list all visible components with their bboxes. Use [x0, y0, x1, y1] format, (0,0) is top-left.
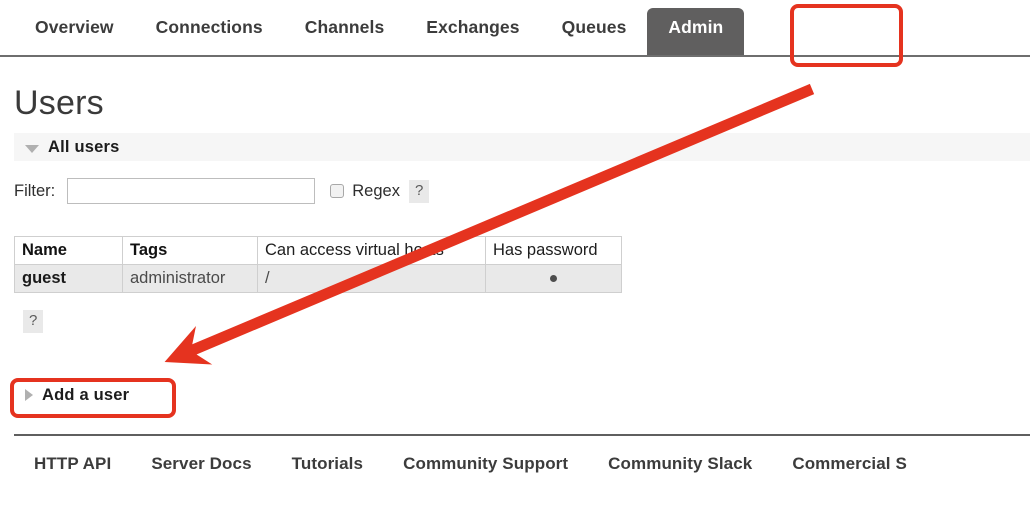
table-row[interactable]: guest administrator / — [14, 264, 622, 293]
filter-row: Filter: Regex ? — [14, 178, 430, 204]
cell-user-virtual-hosts: / — [257, 264, 486, 293]
footer-link-community-support[interactable]: Community Support — [383, 446, 588, 482]
section-header-add-a-user-label: Add a user — [42, 385, 130, 404]
tab-channels[interactable]: Channels — [284, 8, 406, 47]
section-header-all-users[interactable]: All users — [14, 133, 1030, 161]
regex-checkbox[interactable] — [330, 184, 345, 198]
triangle-right-icon — [25, 389, 33, 401]
tab-queues[interactable]: Queues — [541, 8, 648, 47]
tab-overview[interactable]: Overview — [14, 8, 135, 47]
footer-links: HTTP API Server Docs Tutorials Community… — [14, 444, 1030, 484]
table-header-row: Name Tags Can access virtual hosts Has p… — [14, 236, 622, 265]
filter-help-button[interactable]: ? — [408, 179, 430, 203]
nav-divider — [0, 55, 1030, 57]
tab-connections[interactable]: Connections — [135, 8, 284, 47]
footer-divider — [14, 434, 1030, 436]
cell-user-tags: administrator — [122, 264, 258, 293]
section-header-add-a-user[interactable]: Add a user — [14, 381, 129, 409]
column-header-tags[interactable]: Tags — [122, 236, 258, 265]
filter-input[interactable] — [67, 178, 316, 204]
main-nav-tabs: Overview Connections Channels Exchanges … — [14, 8, 745, 55]
column-header-can-access-virtual-hosts[interactable]: Can access virtual hosts — [257, 236, 486, 265]
cell-user-name[interactable]: guest — [14, 264, 123, 293]
footer-link-tutorials[interactable]: Tutorials — [272, 446, 383, 482]
top-navigation-bar: Overview Connections Channels Exchanges … — [0, 0, 1030, 58]
triangle-down-icon — [25, 144, 39, 153]
regex-label: Regex — [352, 181, 400, 200]
tab-admin[interactable]: Admin — [647, 8, 745, 55]
footer-link-server-docs[interactable]: Server Docs — [131, 446, 271, 482]
section-header-all-users-label: All users — [48, 137, 120, 156]
footer-link-commercial-support[interactable]: Commercial S — [772, 446, 927, 482]
tab-exchanges[interactable]: Exchanges — [405, 8, 540, 47]
footer-link-http-api[interactable]: HTTP API — [14, 446, 131, 482]
page-title: Users — [14, 84, 104, 122]
footer-link-community-slack[interactable]: Community Slack — [588, 446, 772, 482]
has-password-dot-icon — [550, 275, 557, 283]
users-table-help-button[interactable]: ? — [23, 310, 44, 333]
cell-user-has-password — [485, 264, 622, 293]
column-header-has-password[interactable]: Has password — [485, 236, 622, 265]
users-table: Name Tags Can access virtual hosts Has p… — [14, 236, 622, 293]
filter-label: Filter: — [14, 181, 56, 200]
column-header-name[interactable]: Name — [14, 236, 123, 265]
